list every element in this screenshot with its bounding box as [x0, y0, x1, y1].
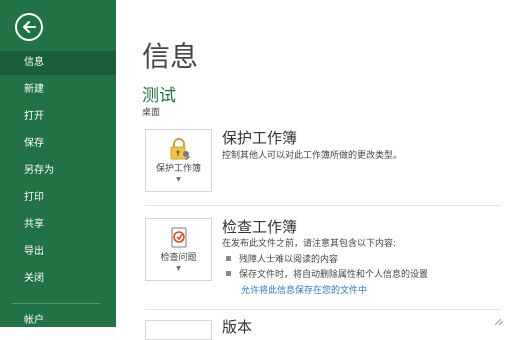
- back-button[interactable]: [15, 13, 43, 41]
- sidebar-item-export[interactable]: 导出: [0, 240, 116, 264]
- protect-workbook-description: 控制其他人可以对此工作簿所做的更改类型。: [222, 151, 403, 161]
- chevron-down-icon: ▼: [176, 265, 181, 272]
- inspect-bullet-item: 保存文件时，将自动删除属性和个人信息的设置: [226, 269, 428, 282]
- bullet-square-icon: [226, 256, 231, 261]
- document-name: 测试: [142, 86, 176, 106]
- protect-workbook-button-label: 保护工作簿: [155, 164, 201, 174]
- check-issues-button[interactable]: 检查问题 ▼: [145, 218, 212, 281]
- sidebar-item-share[interactable]: 共享: [0, 213, 116, 237]
- inspect-bullet-item: 残障人士难以阅读的内容: [226, 254, 338, 267]
- sidebar-item-close[interactable]: 关闭: [0, 267, 116, 291]
- sidebar-divider: [12, 303, 100, 304]
- bullet-square-icon: [226, 271, 231, 276]
- back-arrow-icon: [23, 21, 36, 33]
- sidebar-item-account[interactable]: 帐户: [0, 309, 116, 333]
- sidebar-item-open[interactable]: 打开: [0, 105, 116, 129]
- section-divider: [145, 309, 501, 310]
- versions-title: 版本: [222, 318, 253, 336]
- sidebar-item-print[interactable]: 打印: [0, 186, 116, 210]
- inspect-bullet-text: 残障人士难以阅读的内容: [239, 255, 339, 265]
- sidebar-item-save[interactable]: 保存: [0, 132, 116, 156]
- scroll-corner-icon: [494, 318, 504, 326]
- inspect-document-icon: [167, 226, 191, 250]
- inspect-workbook-title: 检查工作簿: [222, 218, 298, 236]
- chevron-down-icon: ▼: [176, 176, 181, 183]
- sidebar-item-info[interactable]: 信息: [0, 51, 116, 75]
- sidebar-item-new[interactable]: 新建: [0, 78, 116, 102]
- protect-workbook-button[interactable]: 保护工作簿 ▼: [145, 129, 212, 192]
- allow-save-info-link[interactable]: 允许将此信息保存在您的文件中: [241, 285, 367, 298]
- check-issues-button-label: 检查问题: [160, 253, 197, 263]
- section-divider: [145, 205, 501, 206]
- lock-key-icon: [167, 137, 191, 161]
- document-path: 桌面: [142, 108, 161, 118]
- protect-workbook-title: 保护工作簿: [222, 129, 298, 147]
- inspect-workbook-description: 在发布此文件之前，请注意其包含以下内容:: [222, 239, 397, 249]
- inspect-bullet-text: 保存文件时，将自动删除属性和个人信息的设置: [239, 270, 429, 280]
- versions-button[interactable]: [145, 320, 212, 340]
- backstage-sidebar: 信息 新建 打开 保存 另存为 打印 共享 导出 关闭 帐户: [0, 0, 116, 327]
- sidebar-item-save-as[interactable]: 另存为: [0, 159, 116, 183]
- page-title: 信息: [142, 40, 199, 73]
